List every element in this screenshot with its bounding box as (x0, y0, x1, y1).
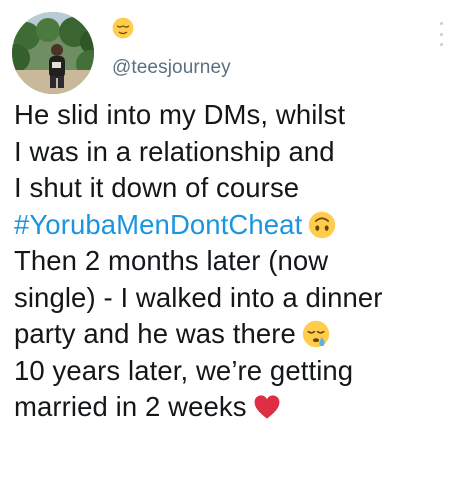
relieved-face-icon (112, 17, 134, 39)
hashtag-link[interactable]: #YorubaMenDontCheat (14, 209, 302, 240)
user-handle[interactable]: @teesjourney (112, 57, 231, 79)
tweet-line: I was in a relationship and (14, 134, 454, 171)
tweet-line-text: He slid into my DMs, whilst (14, 99, 346, 130)
tweet-card: @teesjourney He slid into my DMs, whilst… (0, 0, 459, 486)
tweet-line-text: I shut it down of course (14, 172, 300, 203)
red-heart-icon (253, 393, 281, 421)
tweet-line: 10 years later, we’re getting (14, 353, 454, 390)
tweet-line: I shut it down of course (14, 170, 454, 207)
tweet-line: married in 2 weeks (14, 389, 454, 426)
tweet-line-text: I was in a relationship and (14, 135, 335, 167)
tweet-line: He slid into my DMs, whilst (14, 97, 454, 134)
tweet-text: He slid into my DMs, whilst I was in a r… (14, 97, 454, 426)
tweet-line-text: 10 years later, we’re getting (14, 354, 354, 386)
sleepy-face-icon (302, 320, 330, 348)
tweet-line-text: Then 2 months later (now (14, 245, 329, 276)
more-options-icon[interactable] (437, 22, 445, 46)
upside-down-face-icon (308, 211, 336, 239)
tweet-line-text: party and he was there (14, 318, 296, 349)
tweet-line: #YorubaMenDontCheat (14, 207, 454, 244)
tweet-line-text: single) - I walked into a dinner (14, 281, 383, 313)
tweet-line: Then 2 months later (now (14, 243, 454, 280)
tweet-line-text: married in 2 weeks (14, 391, 247, 422)
tweet-line: single) - I walked into a dinner (14, 280, 454, 317)
tweet-line: party and he was there (14, 316, 454, 353)
avatar[interactable] (12, 12, 94, 94)
